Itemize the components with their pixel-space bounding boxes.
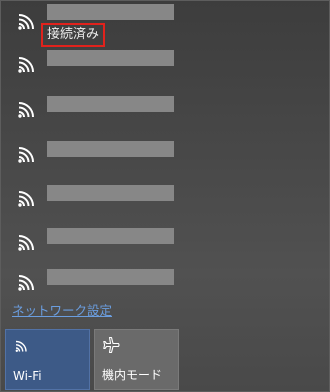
network-settings-link[interactable]: ネットワーク設定 — [12, 300, 112, 319]
network-item[interactable] — [1, 263, 329, 305]
network-name-redacted — [47, 96, 174, 112]
network-name-redacted — [47, 50, 174, 66]
wifi-tile-label: Wi-Fi — [13, 369, 42, 383]
airplane-mode-tile[interactable]: 機内モード — [94, 329, 179, 390]
wifi-signal-icon — [18, 191, 34, 207]
network-name-redacted — [47, 269, 174, 285]
wifi-toggle-tile[interactable]: Wi-Fi — [5, 329, 90, 390]
wifi-signal-icon — [18, 235, 34, 251]
network-item[interactable]: 接続済み — [1, 1, 329, 47]
network-item[interactable] — [1, 45, 329, 87]
network-name-redacted — [47, 141, 174, 157]
network-name-redacted — [47, 228, 174, 244]
network-item[interactable] — [1, 179, 329, 221]
network-item[interactable] — [1, 135, 329, 177]
network-item[interactable] — [1, 90, 329, 132]
connection-status: 接続済み — [41, 23, 106, 47]
wifi-signal-icon — [18, 57, 34, 73]
network-flyout: 接続済み ネットワーク設定 Wi-Fi 機内モード — [0, 0, 330, 392]
wifi-signal-icon — [18, 147, 34, 163]
wifi-signal-icon — [18, 14, 34, 30]
wifi-icon — [15, 340, 27, 352]
network-name-redacted — [47, 185, 174, 201]
airplane-tile-label: 機内モード — [102, 368, 163, 382]
airplane-icon — [103, 336, 120, 354]
network-item[interactable] — [1, 223, 329, 265]
wifi-signal-icon — [18, 102, 34, 118]
network-name-redacted — [47, 4, 174, 20]
wifi-signal-icon — [18, 275, 34, 291]
